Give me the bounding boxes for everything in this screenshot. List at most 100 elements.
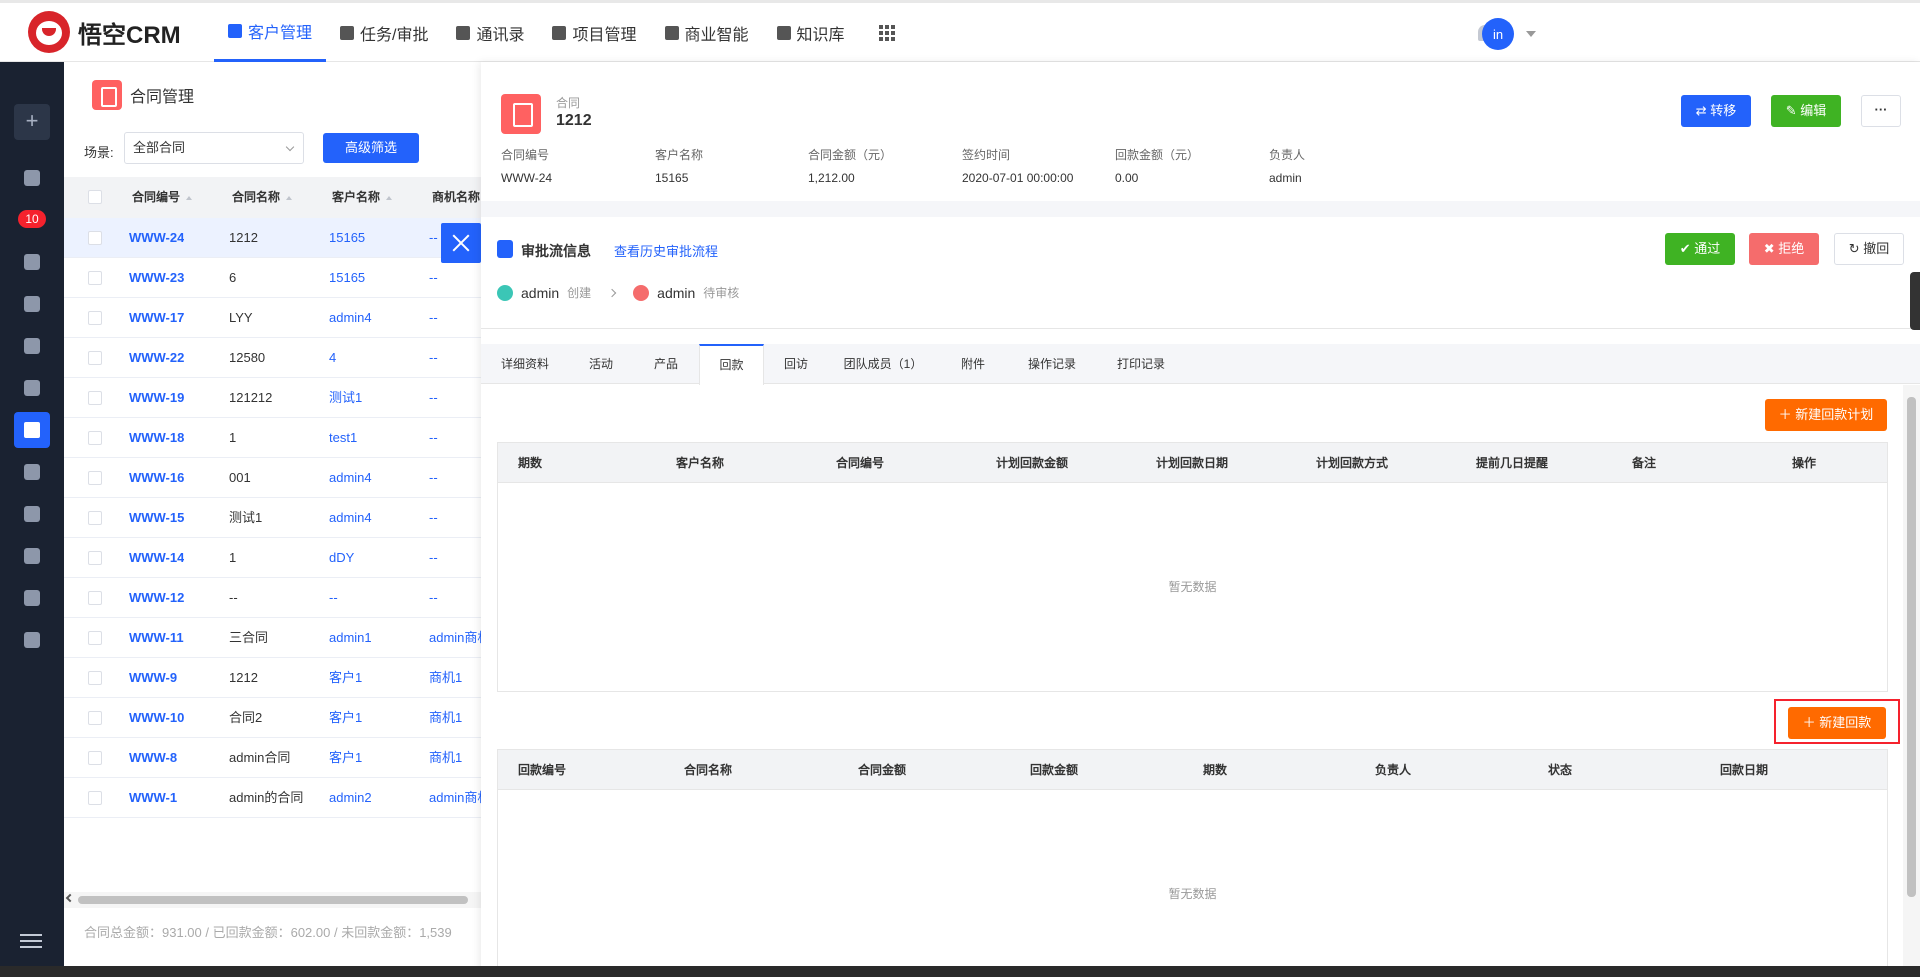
- contract-code-link[interactable]: WWW-15: [129, 498, 184, 538]
- customer-link[interactable]: 客户1: [329, 658, 362, 698]
- customer-link[interactable]: admin1: [329, 618, 372, 658]
- opportunity-link[interactable]: 商机1: [429, 698, 484, 738]
- opportunity-link[interactable]: --: [429, 578, 484, 618]
- opportunity-link[interactable]: --: [429, 338, 484, 378]
- scrollbar-thumb[interactable]: [78, 896, 468, 904]
- transfer-icon[interactable]: [24, 254, 40, 270]
- add-icon[interactable]: +: [14, 104, 50, 140]
- side-handle[interactable]: [1910, 272, 1920, 330]
- customer-link[interactable]: --: [329, 578, 338, 618]
- contract-code-link[interactable]: WWW-14: [129, 538, 184, 578]
- customer-link[interactable]: test1: [329, 418, 357, 458]
- customer-link[interactable]: dDY: [329, 538, 354, 578]
- column-header-opportunity[interactable]: 商机名称: [432, 177, 480, 218]
- customer-link[interactable]: 客户1: [329, 698, 362, 738]
- table-row[interactable]: WWW-24 1212 15165 --: [64, 218, 484, 258]
- tab-receivables[interactable]: 回款: [699, 344, 764, 385]
- money-bag-icon[interactable]: [24, 464, 40, 480]
- row-checkbox[interactable]: [88, 231, 102, 245]
- customer-link[interactable]: 15165: [329, 258, 365, 298]
- table-row[interactable]: WWW-19 121212 测试1 --: [64, 378, 484, 418]
- row-checkbox[interactable]: [88, 391, 102, 405]
- contract-code-link[interactable]: WWW-23: [129, 258, 184, 298]
- close-drawer-button[interactable]: [441, 223, 481, 263]
- contract-icon[interactable]: [14, 412, 50, 448]
- app-logo[interactable]: 悟空CRM: [28, 11, 181, 53]
- tab-return-visit[interactable]: 回访: [764, 344, 828, 384]
- row-checkbox[interactable]: [88, 671, 102, 685]
- nav-contacts[interactable]: 通讯录: [442, 3, 538, 62]
- opportunity-link[interactable]: 商机1: [429, 658, 484, 698]
- contract-code-link[interactable]: WWW-12: [129, 578, 184, 618]
- row-checkbox[interactable]: [88, 591, 102, 605]
- nav-knowledge-base[interactable]: 知识库: [763, 3, 859, 62]
- row-checkbox[interactable]: [88, 751, 102, 765]
- scene-select[interactable]: 全部合同: [124, 132, 304, 164]
- opportunity-link[interactable]: --: [429, 458, 484, 498]
- table-row[interactable]: WWW-16 001 admin4 --: [64, 458, 484, 498]
- table-row[interactable]: WWW-10 合同2 客户1 商机1: [64, 698, 484, 738]
- user-avatar[interactable]: in: [1482, 18, 1514, 50]
- nav-business-intelligence[interactable]: 商业智能: [651, 3, 763, 62]
- nav-customer-management[interactable]: 客户管理: [214, 3, 327, 62]
- invoice-icon[interactable]: [24, 506, 40, 522]
- contract-code-link[interactable]: WWW-24: [129, 218, 184, 258]
- revoke-button[interactable]: ↻ 撤回: [1834, 233, 1904, 265]
- row-checkbox[interactable]: [88, 711, 102, 725]
- contract-code-link[interactable]: WWW-17: [129, 298, 184, 338]
- contract-code-link[interactable]: WWW-10: [129, 698, 184, 738]
- opportunity-link[interactable]: --: [429, 498, 484, 538]
- nav-project-management[interactable]: 项目管理: [538, 3, 650, 62]
- contract-code-link[interactable]: WWW-22: [129, 338, 184, 378]
- opportunity-link[interactable]: --: [429, 298, 484, 338]
- opportunity-link[interactable]: admin商机: [429, 778, 484, 818]
- more-button[interactable]: ···: [1861, 95, 1901, 127]
- send-icon[interactable]: [24, 632, 40, 648]
- transfer-button[interactable]: ⇄ 转移: [1681, 95, 1751, 127]
- contract-code-link[interactable]: WWW-11: [129, 618, 184, 658]
- customer-link[interactable]: admin2: [329, 778, 372, 818]
- customer-link[interactable]: admin4: [329, 298, 372, 338]
- contract-code-link[interactable]: WWW-19: [129, 378, 184, 418]
- row-checkbox[interactable]: [88, 271, 102, 285]
- home-icon[interactable]: [24, 548, 40, 564]
- row-checkbox[interactable]: [88, 311, 102, 325]
- opportunity-link[interactable]: 商机1: [429, 738, 484, 778]
- vertical-scrollbar[interactable]: [1903, 385, 1920, 977]
- notification-badge[interactable]: 10: [18, 210, 46, 228]
- table-row[interactable]: WWW-17 LYY admin4 --: [64, 298, 484, 338]
- product-box-icon[interactable]: [24, 590, 40, 606]
- contract-code-link[interactable]: WWW-18: [129, 418, 184, 458]
- building-icon[interactable]: [24, 296, 40, 312]
- opportunity-link[interactable]: --: [429, 378, 484, 418]
- opportunity-link[interactable]: admin商机: [429, 618, 484, 658]
- reject-button[interactable]: ✖ 拒绝: [1749, 233, 1819, 265]
- nav-task-approval[interactable]: 任务/审批: [326, 3, 442, 62]
- table-row[interactable]: WWW-18 1 test1 --: [64, 418, 484, 458]
- contract-code-link[interactable]: WWW-1: [129, 778, 177, 818]
- table-row[interactable]: WWW-11 三合同 admin1 admin商机: [64, 618, 484, 658]
- table-row[interactable]: WWW-22 12580 4 --: [64, 338, 484, 378]
- customer-link[interactable]: 客户1: [329, 738, 362, 778]
- chevron-down-icon[interactable]: [1526, 31, 1536, 37]
- horizontal-scrollbar[interactable]: [64, 892, 484, 908]
- row-checkbox[interactable]: [88, 511, 102, 525]
- tab-print-log[interactable]: 打印记录: [1096, 344, 1186, 384]
- customer-link[interactable]: 4: [329, 338, 336, 378]
- new-receivable-plan-button[interactable]: ＋ 新建回款计划: [1765, 399, 1887, 431]
- customer-link[interactable]: admin4: [329, 458, 372, 498]
- tab-attachments[interactable]: 附件: [938, 344, 1008, 384]
- contract-code-link[interactable]: WWW-9: [129, 658, 177, 698]
- contact-book-icon[interactable]: [24, 338, 40, 354]
- table-row[interactable]: WWW-23 6 15165 --: [64, 258, 484, 298]
- edit-button[interactable]: ✎ 编辑: [1771, 95, 1841, 127]
- dashboard-icon[interactable]: [24, 170, 40, 186]
- table-row[interactable]: WWW-14 1 dDY --: [64, 538, 484, 578]
- row-checkbox[interactable]: [88, 551, 102, 565]
- scroll-left-icon[interactable]: [65, 893, 75, 903]
- new-receivable-button[interactable]: ＋ 新建回款: [1788, 707, 1886, 739]
- approval-history-link[interactable]: 查看历史审批流程: [614, 241, 718, 260]
- column-header-code[interactable]: 合同编号: [132, 177, 193, 218]
- opportunity-link[interactable]: --: [429, 258, 484, 298]
- tab-products[interactable]: 产品: [633, 344, 699, 384]
